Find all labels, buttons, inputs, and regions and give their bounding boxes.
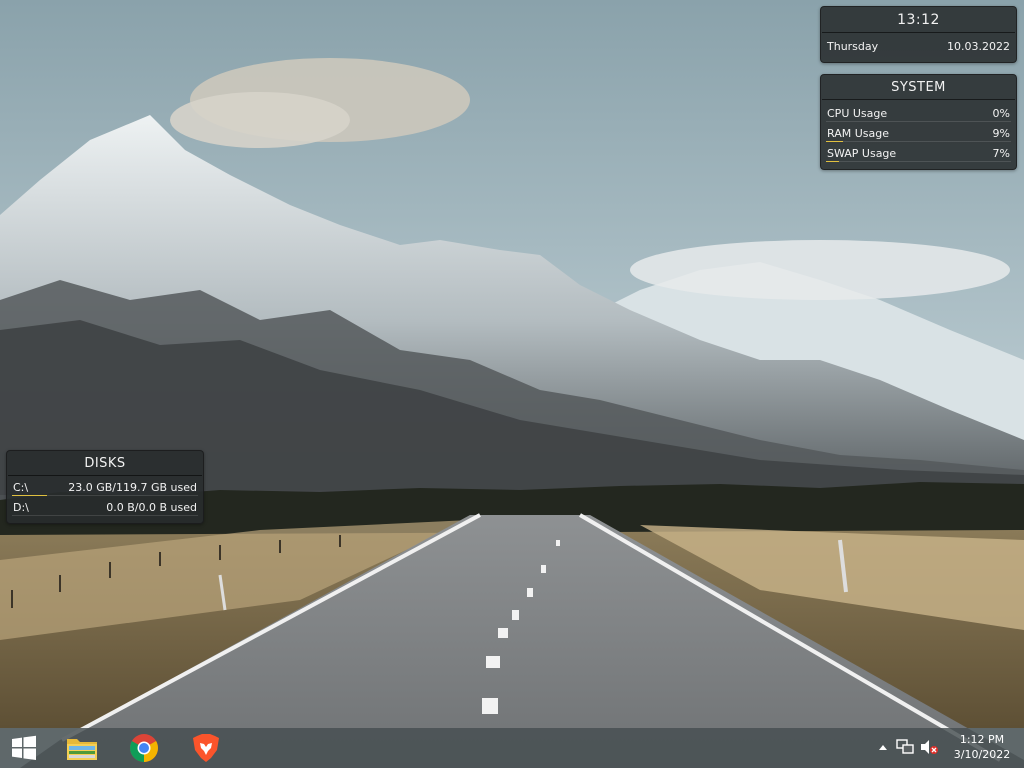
disk-c-label: C:\: [13, 481, 29, 494]
taskbar-file-explorer-button[interactable]: [54, 728, 110, 768]
swap-usage-bar: [826, 161, 1011, 162]
volume-muted-icon[interactable]: [920, 738, 938, 756]
ram-usage-bar-fill: [826, 141, 843, 142]
disk-c-row: C:\ 23.0 GB/119.7 GB used: [7, 479, 203, 499]
folder-icon: [67, 739, 97, 760]
disk-d-value: 0.0 B/0.0 B used: [106, 501, 197, 514]
clock-date: 10.03.2022: [947, 40, 1010, 53]
swap-usage-bar-fill: [826, 161, 839, 162]
taskbar-brave-button[interactable]: [178, 728, 234, 768]
disk-c-bar: [12, 495, 198, 496]
disk-d-label: D:\: [13, 501, 29, 514]
taskbar[interactable]: 1:12 PM 3/10/2022: [0, 728, 1024, 768]
cpu-usage-value: 0%: [992, 107, 1010, 120]
windows-logo-icon: [12, 735, 36, 760]
cpu-usage-label: CPU Usage: [827, 107, 888, 120]
chrome-icon: [130, 734, 158, 762]
disk-d-bar: [12, 515, 198, 516]
taskbar-chrome-button[interactable]: [116, 728, 172, 768]
swap-usage-label: SWAP Usage: [827, 147, 897, 160]
clock-time: 13:12: [897, 12, 940, 28]
clock-date-row: Thursday 10.03.2022: [821, 33, 1016, 58]
taskbar-time: 1:12 PM: [959, 733, 1005, 746]
taskbar-clock[interactable]: 1:12 PM 3/10/2022: [946, 732, 1018, 766]
ram-usage-value: 9%: [992, 127, 1010, 140]
disk-c-value: 23.0 GB/119.7 GB used: [68, 481, 197, 494]
disks-title: DISKS: [84, 456, 126, 471]
cpu-usage-bar: [826, 121, 1011, 122]
swap-usage-row: SWAP Usage 7%: [821, 145, 1016, 165]
system-widget[interactable]: SYSTEM CPU Usage 0% RAM Usage 9% SWAP Us…: [820, 74, 1017, 170]
ram-usage-label: RAM Usage: [827, 127, 889, 140]
brave-lion-icon: [193, 734, 219, 762]
taskbar-date: 3/10/2022: [953, 748, 1011, 761]
system-title: SYSTEM: [891, 80, 946, 95]
show-hidden-icons-chevron-icon[interactable]: [874, 738, 892, 756]
cpu-usage-row: CPU Usage 0%: [821, 105, 1016, 125]
disk-d-row: D:\ 0.0 B/0.0 B used: [7, 499, 203, 519]
swap-usage-value: 7%: [992, 147, 1010, 160]
clock-day: Thursday: [827, 40, 879, 53]
ram-usage-bar: [826, 141, 1011, 142]
start-button[interactable]: [0, 728, 48, 768]
disk-c-bar-fill: [12, 495, 48, 496]
disks-widget[interactable]: DISKS C:\ 23.0 GB/119.7 GB used D:\ 0.0 …: [6, 450, 204, 524]
clock-widget[interactable]: 13:12 Thursday 10.03.2022: [820, 6, 1017, 63]
network-icon[interactable]: [896, 738, 914, 756]
ram-usage-row: RAM Usage 9%: [821, 125, 1016, 145]
